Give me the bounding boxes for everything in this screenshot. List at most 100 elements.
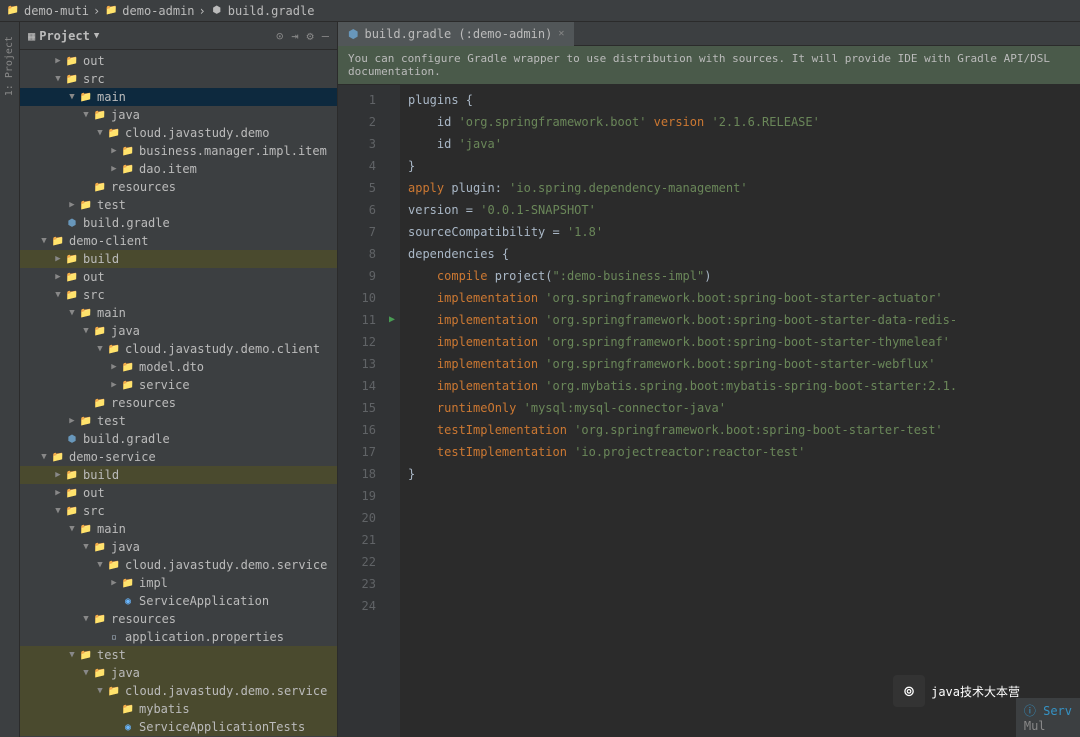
tree-row[interactable]: ◉ServiceApplication bbox=[20, 592, 337, 610]
tree-row[interactable]: ▶📁out bbox=[20, 268, 337, 286]
tree-row[interactable]: ▼📁java bbox=[20, 664, 337, 682]
folder-icon: 📁 bbox=[6, 4, 20, 18]
sidebar-title[interactable]: Project bbox=[39, 29, 90, 43]
tree-row[interactable]: ▼📁cloud.javastudy.demo.client bbox=[20, 340, 337, 358]
tree-arrow-icon[interactable]: ▶ bbox=[52, 488, 64, 498]
folder-blue-icon: 📁 bbox=[92, 110, 108, 121]
code-content[interactable]: plugins { id 'org.springframework.boot' … bbox=[400, 85, 1080, 737]
editor-tab[interactable]: ⬢ build.gradle (:demo-admin) ✕ bbox=[338, 22, 574, 46]
tree-row[interactable]: 📁resources bbox=[20, 178, 337, 196]
editor-banner[interactable]: You can configure Gradle wrapper to use … bbox=[338, 46, 1080, 85]
tree-arrow-icon[interactable]: ▼ bbox=[80, 110, 92, 120]
tree-row[interactable]: ⬢build.gradle bbox=[20, 430, 337, 448]
tree-row[interactable]: 📁resources bbox=[20, 394, 337, 412]
chevron-right-icon: › bbox=[199, 4, 206, 18]
tree-arrow-icon[interactable]: ▼ bbox=[94, 128, 106, 138]
tree-arrow-icon[interactable]: ▼ bbox=[66, 308, 78, 318]
tree-arrow-icon[interactable]: ▶ bbox=[108, 362, 120, 372]
tree-row[interactable]: ▶📁service bbox=[20, 376, 337, 394]
tree-arrow-icon[interactable]: ▼ bbox=[38, 236, 50, 246]
tree-arrow-icon[interactable]: ▶ bbox=[66, 416, 78, 426]
tree-label: ServiceApplication bbox=[139, 594, 269, 608]
tree-arrow-icon[interactable]: ▼ bbox=[94, 560, 106, 570]
chevron-down-icon[interactable]: ▼ bbox=[94, 31, 99, 41]
tree-arrow-icon[interactable]: ▶ bbox=[52, 254, 64, 264]
tree-row[interactable]: ▼📁main bbox=[20, 88, 337, 106]
tree-arrow-icon[interactable]: ▼ bbox=[66, 524, 78, 534]
project-tree[interactable]: ▶📁out▼📁src▼📁main▼📁java▼📁cloud.javastudy.… bbox=[20, 50, 337, 737]
tree-arrow-icon[interactable]: ▼ bbox=[52, 290, 64, 300]
tree-arrow-icon[interactable]: ▶ bbox=[108, 164, 120, 174]
rail-project[interactable]: 1: Project bbox=[4, 36, 15, 96]
tree-row[interactable]: ▼📁main bbox=[20, 304, 337, 322]
tree-row[interactable]: ▫application.properties bbox=[20, 628, 337, 646]
tree-row[interactable]: ⬢build.gradle bbox=[20, 214, 337, 232]
tree-arrow-icon[interactable]: ▶ bbox=[108, 380, 120, 390]
tree-arrow-icon[interactable]: ▶ bbox=[66, 200, 78, 210]
tree-arrow-icon[interactable]: ▼ bbox=[80, 668, 92, 678]
tree-row[interactable]: ▼📁test bbox=[20, 646, 337, 664]
tree-row[interactable]: ▼📁java bbox=[20, 106, 337, 124]
tree-label: cloud.javastudy.demo.service bbox=[125, 684, 327, 698]
tree-row[interactable]: ▼📁demo-client bbox=[20, 232, 337, 250]
tree-arrow-icon[interactable]: ▼ bbox=[66, 92, 78, 102]
tree-row[interactable]: ▼📁cloud.javastudy.demo.service bbox=[20, 556, 337, 574]
folder-orange-icon: 📁 bbox=[64, 254, 80, 265]
breadcrumb-item[interactable]: demo-muti bbox=[24, 4, 89, 18]
tree-arrow-icon[interactable]: ▼ bbox=[38, 452, 50, 462]
tree-arrow-icon[interactable]: ▶ bbox=[52, 272, 64, 282]
tree-arrow-icon[interactable]: ▼ bbox=[80, 614, 92, 624]
tree-row[interactable]: ▼📁demo-service bbox=[20, 448, 337, 466]
java-ico-icon: ◉ bbox=[120, 596, 136, 607]
tree-row[interactable]: 📁mybatis bbox=[20, 700, 337, 718]
tree-arrow-icon[interactable]: ▼ bbox=[52, 506, 64, 516]
tree-arrow-icon[interactable]: ▶ bbox=[52, 56, 64, 66]
tree-arrow-icon[interactable]: ▼ bbox=[66, 650, 78, 660]
gradle-ico-icon: ⬢ bbox=[64, 434, 80, 445]
tree-arrow-icon[interactable]: ▶ bbox=[52, 470, 64, 480]
tree-row[interactable]: ▶📁impl bbox=[20, 574, 337, 592]
tree-row[interactable]: ▶📁build bbox=[20, 250, 337, 268]
tree-row[interactable]: ▼📁src bbox=[20, 286, 337, 304]
tree-row[interactable]: ▶📁business.manager.impl.item bbox=[20, 142, 337, 160]
tree-arrow-icon[interactable]: ▼ bbox=[80, 542, 92, 552]
tree-row[interactable]: ▶📁test bbox=[20, 196, 337, 214]
tree-row[interactable]: ▼📁resources bbox=[20, 610, 337, 628]
code-area[interactable]: 123456789101112131415161718192021222324 … bbox=[338, 85, 1080, 737]
tree-arrow-icon[interactable]: ▶ bbox=[108, 146, 120, 156]
tree-row[interactable]: ◉ServiceApplicationTests bbox=[20, 718, 337, 736]
tree-arrow-icon[interactable]: ▼ bbox=[52, 74, 64, 84]
tree-row[interactable]: ▶📁build bbox=[20, 466, 337, 484]
select-opened-icon[interactable]: ⊙ bbox=[276, 29, 283, 43]
close-icon[interactable]: ✕ bbox=[558, 28, 564, 39]
tree-row[interactable]: ▶📁out bbox=[20, 52, 337, 70]
tree-row[interactable]: ▼📁cloud.javastudy.demo bbox=[20, 124, 337, 142]
breadcrumb-item[interactable]: build.gradle bbox=[228, 4, 315, 18]
tree-arrow-icon[interactable]: ▶ bbox=[108, 578, 120, 588]
tree-label: service bbox=[139, 378, 190, 392]
tree-row[interactable]: ▼📁src bbox=[20, 502, 337, 520]
tree-row[interactable]: ▼📁cloud.javastudy.demo.service bbox=[20, 682, 337, 700]
tree-row[interactable]: ▶📁dao.item bbox=[20, 160, 337, 178]
folder-blue-icon: 📁 bbox=[92, 542, 108, 553]
collapse-icon[interactable]: ⇥ bbox=[291, 29, 298, 43]
tree-row[interactable]: ▼📁main bbox=[20, 520, 337, 538]
tree-arrow-icon[interactable]: ▼ bbox=[94, 344, 106, 354]
tree-row[interactable]: ▶📁model.dto bbox=[20, 358, 337, 376]
tree-arrow-icon[interactable]: ▼ bbox=[94, 686, 106, 696]
tree-row[interactable]: ▼📁src bbox=[20, 70, 337, 88]
folder-icon: 📁 bbox=[64, 74, 80, 85]
tree-row[interactable]: ▼📁java bbox=[20, 538, 337, 556]
tree-label: out bbox=[83, 270, 105, 284]
hide-icon[interactable]: — bbox=[322, 29, 329, 43]
tree-row[interactable]: ▶📁out bbox=[20, 484, 337, 502]
tree-label: business.manager.impl.item bbox=[139, 144, 327, 158]
tree-arrow-icon[interactable]: ▼ bbox=[80, 326, 92, 336]
tree-row[interactable]: ▼📁java bbox=[20, 322, 337, 340]
breadcrumb-item[interactable]: demo-admin bbox=[122, 4, 194, 18]
folder-icon: 📁 bbox=[92, 182, 108, 193]
tree-label: src bbox=[83, 288, 105, 302]
tree-row[interactable]: ▶📁test bbox=[20, 412, 337, 430]
tree-label: build bbox=[83, 468, 119, 482]
gear-icon[interactable]: ⚙ bbox=[307, 29, 314, 43]
